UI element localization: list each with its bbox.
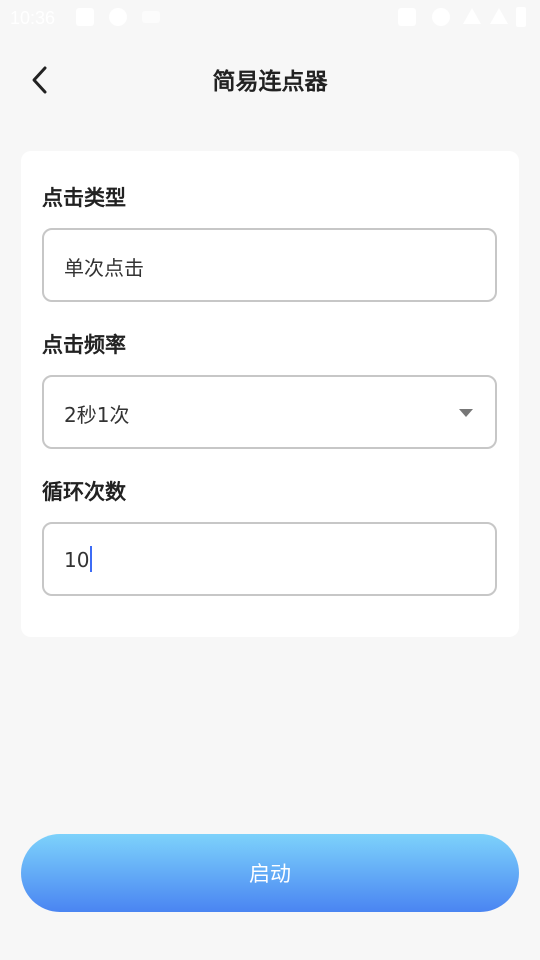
wifi-signal-icon: [463, 8, 481, 24]
dnd-icon: [432, 8, 450, 26]
cell-signal-icon: [490, 8, 508, 24]
click-type-field[interactable]: 单次点击: [42, 228, 497, 302]
image-icon: [76, 8, 94, 26]
battery-icon: [516, 7, 526, 27]
page-title: 简易连点器: [212, 69, 328, 95]
download-icon: [109, 8, 127, 26]
loop-count-input[interactable]: 10: [42, 522, 497, 596]
text-caret: [90, 546, 93, 572]
header: 简易连点器: [0, 40, 540, 118]
briefcase-icon: [398, 8, 416, 26]
click-frequency-label: 点击频率: [42, 333, 126, 357]
loop-count-label: 循环次数: [42, 480, 126, 504]
loop-count-value-wrap: 10: [64, 546, 93, 572]
settings-card: 点击类型 单次点击 点击频率 2秒1次 循环次数 10: [21, 151, 519, 637]
triangle-down-icon: [459, 409, 473, 417]
status-bar: 10:36: [0, 0, 540, 36]
status-time: 10:36: [10, 8, 56, 28]
click-frequency-value: 2秒1次: [64, 403, 130, 427]
start-button[interactable]: 启动: [21, 834, 519, 912]
click-frequency-dropdown[interactable]: 2秒1次: [42, 375, 497, 449]
click-type-label: 点击类型: [42, 186, 126, 210]
click-type-value: 单次点击: [64, 256, 144, 280]
loop-count-value: 10: [64, 548, 90, 572]
screen: 10:36 简易连点器 点击类型 单次点击 点击频率 2秒1次 循环次数 10 …: [0, 0, 540, 960]
wifi-icon: [142, 11, 160, 23]
